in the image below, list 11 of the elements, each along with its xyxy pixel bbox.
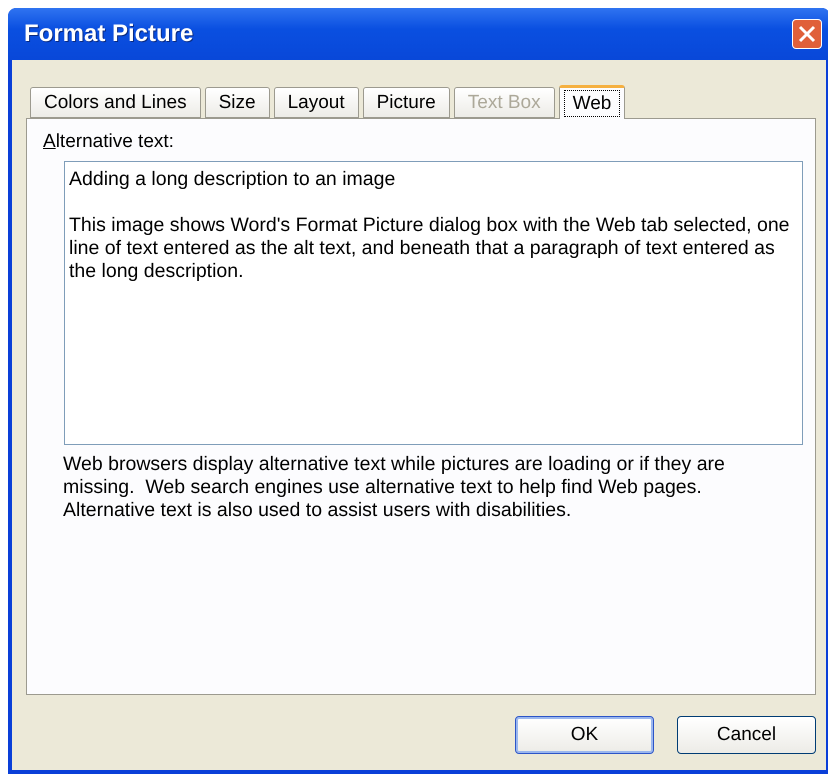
tab[interactable]: Layout: [274, 87, 359, 118]
field-label: Alternative text:: [43, 131, 175, 153]
hint-text: Web browsers display alternative text while pictures are loading or if they are missing. Web search engines use alternative text to help find Web pages. Alternative text is also used to assist users with disabilities.: [63, 453, 726, 522]
alternative-text-field[interactable]: Adding a long description to an image This image shows Word's Format Picture dialog box with the Web tab selected, one line of text entered as the alt text, and beneath that a paragraph of text entered as the long description.: [64, 161, 803, 445]
dialog-button[interactable]: Cancel: [677, 716, 816, 754]
tab[interactable]: Size: [204, 87, 270, 118]
dialog-button[interactable]: OK: [515, 716, 654, 754]
tab[interactable]: Colors and Lines: [30, 87, 201, 118]
tab[interactable]: Web: [558, 85, 626, 119]
window-title: Format Picture: [24, 20, 194, 48]
tab[interactable]: Picture: [362, 87, 450, 118]
